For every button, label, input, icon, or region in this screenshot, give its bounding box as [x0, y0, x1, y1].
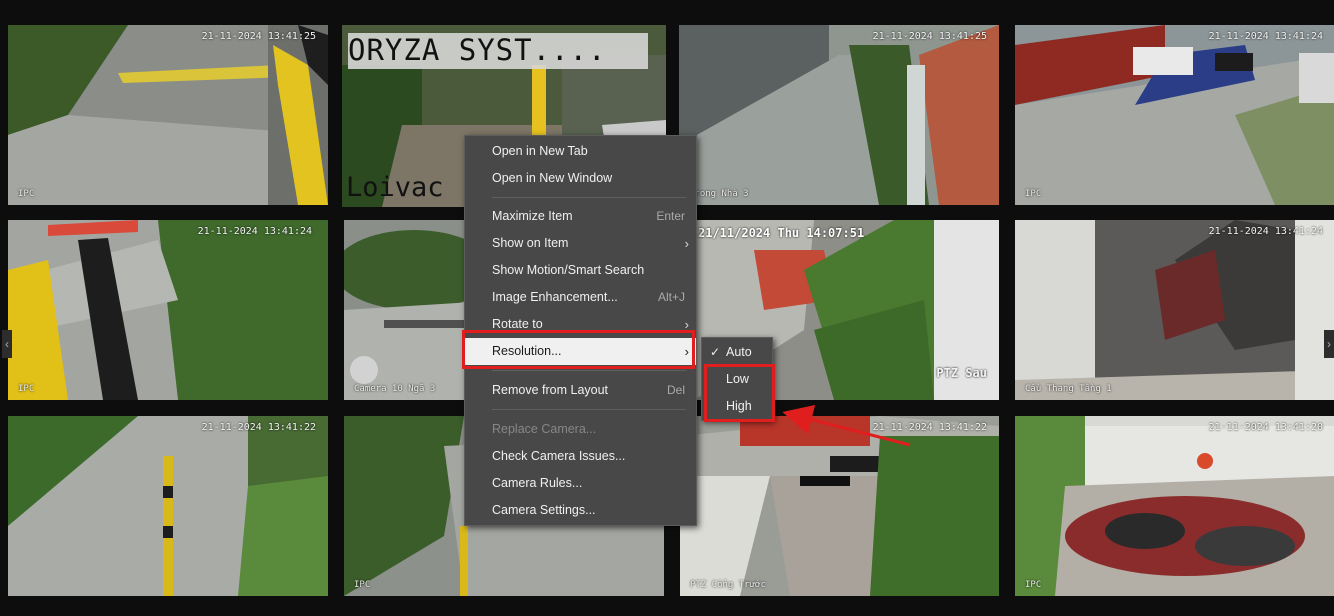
menu-item-camera-rules[interactable]: Camera Rules... [465, 470, 696, 497]
camera-label: IPC [1025, 580, 1042, 590]
menu-item-shortcut: Enter [656, 209, 685, 223]
menu-item-show-on-item[interactable]: Show on Item › [465, 230, 696, 257]
annotation-arrow-icon [782, 404, 911, 447]
camera-label: Trong Nhà 3 [689, 189, 749, 199]
menu-item-label: Remove from Layout [492, 383, 609, 397]
resolution-option-label: High [726, 399, 752, 413]
menu-item-label: Open in New Window [492, 171, 613, 185]
camera-tile-1[interactable]: 21-11-2024 13:41:25 IPC [8, 25, 328, 205]
camera-timestamp: 21-11-2024 13:41:24 [197, 226, 312, 237]
camera-feed-image [8, 220, 328, 400]
menu-item-maximize-item[interactable]: Maximize Item Enter [465, 203, 696, 230]
chevron-right-icon: › [684, 236, 689, 251]
camera-context-menu: Open in New Tab Open in New Window Maxim… [464, 135, 697, 526]
camera-timestamp: 21/11/2024 Thu 14:07:51 [698, 226, 865, 240]
camera-tile-9[interactable]: 21-11-2024 13:41:22 [8, 416, 328, 596]
menu-item-label: Camera Rules... [492, 476, 583, 490]
chevron-right-icon: › [684, 317, 689, 332]
menu-item-label: Image Enhancement... [492, 290, 618, 304]
camera-overlay-title: ORYZA SYST.... [348, 33, 607, 67]
camera-feed-image [1015, 25, 1334, 205]
menu-separator [492, 409, 686, 410]
camera-timestamp: 21-11-2024 13:41:22 [201, 422, 316, 433]
chevron-right-icon: › [1327, 337, 1331, 351]
chevron-left-icon: ‹ [5, 337, 9, 351]
resolution-submenu: ✓ Auto Low High [701, 337, 773, 421]
resolution-option-low[interactable]: Low [702, 366, 772, 393]
camera-label: PTZ Cổng Trước [690, 580, 766, 590]
camera-label: Camera 10 Ngã 3 [354, 384, 436, 394]
scroll-left-button[interactable]: ‹ [2, 330, 12, 358]
chevron-right-icon: › [684, 344, 689, 359]
menu-item-label: Replace Camera... [492, 422, 597, 436]
checkmark-icon: ✓ [710, 345, 721, 359]
camera-timestamp: 21-11-2024 13:41:24 [1208, 31, 1323, 42]
menu-item-resolution[interactable]: Resolution... › [465, 338, 696, 365]
menu-item-replace-camera: Replace Camera... [465, 416, 696, 443]
camera-label: IPC [18, 189, 35, 199]
menu-separator [492, 197, 686, 198]
menu-item-open-in-new-tab[interactable]: Open in New Tab [465, 138, 696, 165]
camera-feed-image [1015, 416, 1334, 596]
camera-tile-5[interactable]: 21-11-2024 13:41:24 IPC [8, 220, 328, 400]
menu-item-label: Camera Settings... [492, 503, 596, 517]
menu-item-label: Rotate to [492, 317, 543, 331]
menu-item-label: Open in New Tab [492, 144, 588, 158]
menu-separator [492, 370, 686, 371]
menu-item-camera-settings[interactable]: Camera Settings... [465, 497, 696, 524]
resolution-option-high[interactable]: High [702, 393, 772, 420]
camera-feed-image [679, 25, 999, 205]
camera-timestamp: 21-11-2024 13:41:25 [201, 31, 316, 42]
scroll-right-button[interactable]: › [1324, 330, 1334, 358]
menu-item-label: Maximize Item [492, 209, 573, 223]
resolution-option-auto[interactable]: ✓ Auto [702, 339, 772, 366]
camera-timestamp: 21-11-2024 13:41:24 [1208, 226, 1323, 237]
camera-label: Cầu Thang Tầng 1 [1025, 384, 1112, 394]
camera-feed-image [8, 25, 328, 205]
menu-item-label: Show Motion/Smart Search [492, 263, 645, 277]
camera-tile-12[interactable]: 21-11-2024 13:41:20 IPC [1015, 416, 1334, 596]
camera-tile-3[interactable]: 21-11-2024 13:41:25 Trong Nhà 3 [679, 25, 999, 205]
menu-item-check-camera-issues[interactable]: Check Camera Issues... [465, 443, 696, 470]
menu-item-label: Resolution... [492, 344, 562, 358]
resolution-option-label: Low [726, 372, 749, 386]
menu-item-label: Show on Item [492, 236, 569, 250]
menu-item-label: Check Camera Issues... [492, 449, 626, 463]
camera-label: IPC [18, 384, 35, 394]
resolution-option-label: Auto [726, 345, 752, 359]
menu-item-rotate-to[interactable]: Rotate to › [465, 311, 696, 338]
camera-feed-image [1015, 220, 1334, 400]
menu-item-open-in-new-window[interactable]: Open in New Window [465, 165, 696, 192]
menu-item-remove-from-layout[interactable]: Remove from Layout Del [465, 377, 696, 404]
menu-item-shortcut: Del [666, 383, 685, 397]
camera-overlay-bottom: Loivac [346, 172, 444, 203]
camera-label: PTZ Sau [936, 366, 987, 380]
camera-timestamp: 21-11-2024 13:41:25 [872, 31, 987, 42]
camera-feed-image [8, 416, 328, 596]
camera-timestamp: 21-11-2024 13:41:20 [1208, 422, 1323, 433]
menu-item-image-enhancement[interactable]: Image Enhancement... Alt+J [465, 284, 696, 311]
camera-label: IPC [354, 580, 371, 590]
menu-item-shortcut: Alt+J [657, 290, 685, 304]
camera-label: IPC [1025, 189, 1042, 199]
camera-tile-4[interactable]: 21-11-2024 13:41:24 IPC [1015, 25, 1334, 205]
menu-item-show-motion-smart-search[interactable]: Show Motion/Smart Search [465, 257, 696, 284]
camera-tile-8[interactable]: 21-11-2024 13:41:24 Cầu Thang Tầng 1 [1015, 220, 1334, 400]
